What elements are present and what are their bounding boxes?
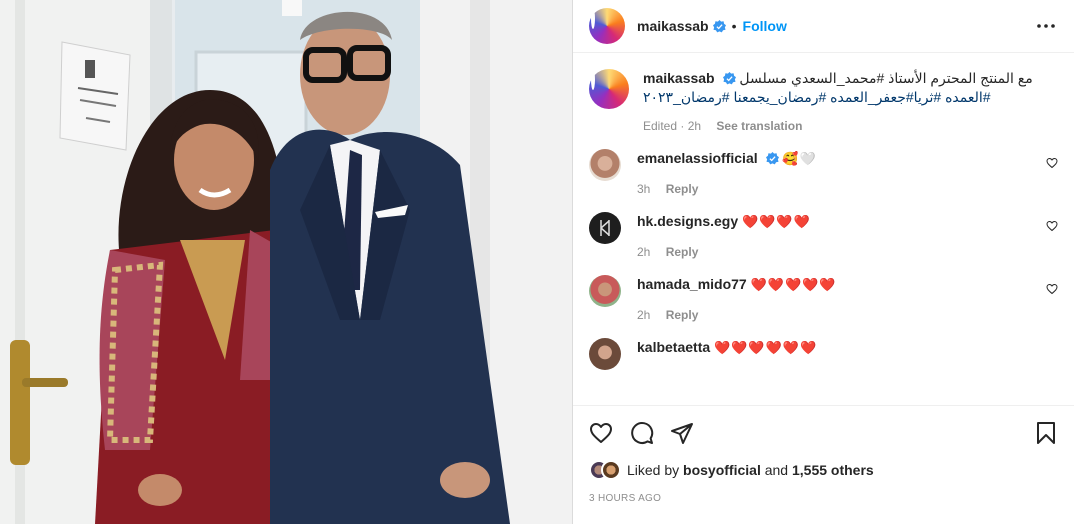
caption-edited-time: Edited · 2h — [643, 119, 702, 133]
post-caption: maikassab مع المنتج المحترم الأستاذ #محم… — [589, 69, 1058, 133]
commenter-avatar[interactable] — [589, 275, 621, 307]
commenter-username[interactable]: hk.designs.egy — [637, 213, 738, 229]
share-icon[interactable] — [670, 421, 694, 445]
hk-logo-icon — [600, 220, 610, 236]
caption-avatar[interactable] — [589, 69, 629, 109]
author-avatar[interactable] — [589, 8, 625, 44]
comment-text: ❤️❤️❤️❤️ — [742, 214, 811, 229]
post-header: maikassab • Follow — [573, 0, 1074, 53]
likes-summary[interactable]: Liked by bosyofficial and 1,555 others — [589, 460, 874, 480]
post-side-panel: maikassab • Follow maikassab مع المنتج ا… — [572, 0, 1074, 524]
reply-button[interactable]: Reply — [666, 245, 699, 259]
caption-username[interactable]: maikassab — [643, 70, 715, 86]
comment-text: 🥰🤍 — [782, 151, 817, 166]
reply-button[interactable]: Reply — [666, 308, 699, 322]
commenter-avatar[interactable] — [589, 149, 621, 181]
comment-time: 3h — [637, 182, 651, 196]
post-photo[interactable] — [0, 0, 572, 524]
comment-time: 2h — [637, 245, 651, 259]
comment-like-heart-icon[interactable] — [1046, 220, 1058, 232]
commenter-avatar[interactable] — [589, 338, 621, 370]
reply-button[interactable]: Reply — [666, 182, 699, 196]
comment-item: hamada_mido77 ❤️❤️❤️❤️❤️ 2h Reply — [589, 275, 1058, 322]
more-options-icon[interactable] — [1034, 16, 1058, 36]
see-translation-link[interactable]: See translation — [716, 119, 802, 133]
likes-others-count[interactable]: 1,555 others — [792, 462, 874, 478]
commenter-username[interactable]: emanelassiofficial — [637, 150, 758, 166]
likes-prefix: Liked by — [627, 462, 680, 478]
post-actions-bar — [573, 405, 1074, 461]
comment-time: 2h — [637, 308, 651, 322]
comment-icon[interactable] — [630, 421, 654, 445]
verified-badge-icon — [722, 72, 736, 85]
comment-like-heart-icon[interactable] — [1046, 157, 1058, 169]
caption-text: مع المنتج المحترم الأستاذ #محمد_السعدي م… — [739, 70, 1033, 86]
comment-item: kalbetaetta ❤️❤️❤️❤️❤️❤️ — [589, 338, 1058, 370]
commenter-username[interactable]: hamada_mido77 — [637, 276, 747, 292]
comment-item: emanelassiofficial 🥰🤍 3h Reply — [589, 149, 1058, 196]
commenter-username[interactable]: kalbetaetta — [637, 339, 710, 355]
post-image — [0, 0, 572, 524]
commenter-avatar[interactable] — [589, 212, 621, 244]
comment-item: hk.designs.egy ❤️❤️❤️❤️ 2h Reply — [589, 212, 1058, 259]
follow-button[interactable]: Follow — [743, 18, 787, 34]
post-timestamp[interactable]: 3 HOURS AGO — [589, 493, 661, 504]
comments-list[interactable]: maikassab مع المنتج المحترم الأستاذ #محم… — [573, 53, 1074, 405]
comment-like-heart-icon[interactable] — [1046, 283, 1058, 295]
comment-text: ❤️❤️❤️❤️❤️❤️ — [714, 340, 818, 355]
heart-icon[interactable] — [589, 421, 613, 445]
separator-dot: • — [731, 18, 737, 34]
liker-username[interactable]: bosyofficial — [683, 462, 761, 478]
verified-badge-icon — [712, 19, 726, 32]
liker-avatar — [601, 460, 621, 480]
verified-badge-icon — [765, 152, 779, 165]
author-username[interactable]: maikassab — [637, 18, 709, 34]
caption-hashtags[interactable]: #العمده #ثريا#جعفر_العمده #رمضان_يجمعنا … — [643, 89, 991, 105]
bookmark-icon[interactable] — [1034, 421, 1058, 445]
likes-and: and — [764, 462, 789, 478]
comment-text: ❤️❤️❤️❤️❤️ — [750, 277, 837, 292]
